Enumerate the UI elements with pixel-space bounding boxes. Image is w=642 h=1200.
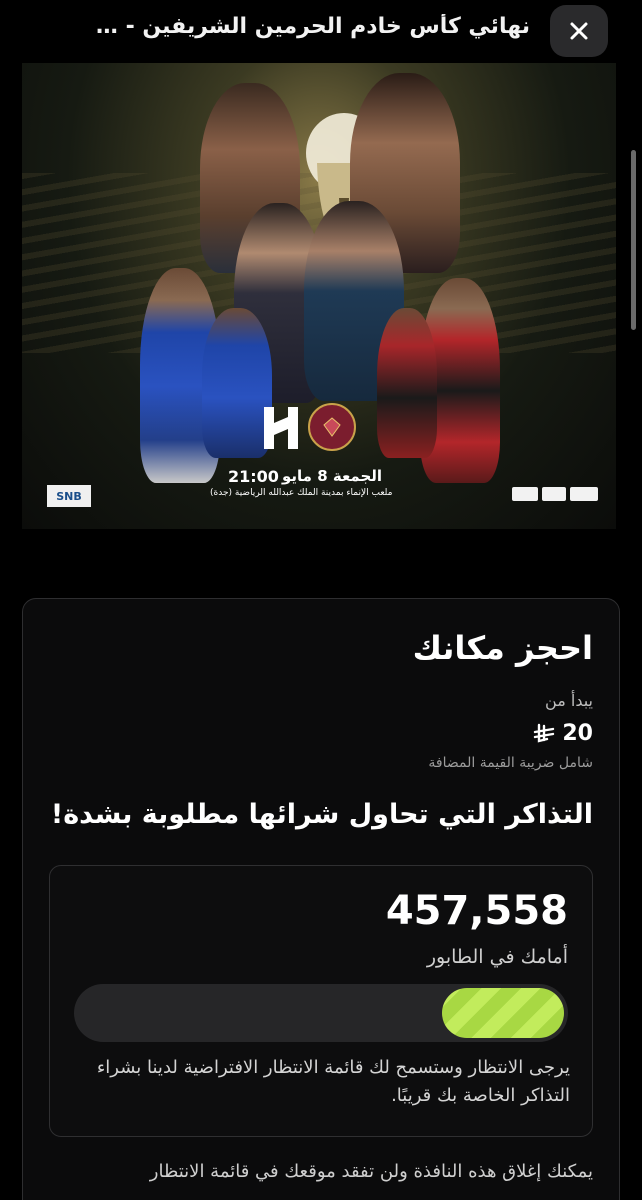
queue-progress-bar [74,984,568,1042]
riyal-icon [534,723,555,743]
close-button[interactable] [550,5,608,57]
match-date: الجمعة 8 مايو [282,467,383,485]
booking-title: احجز مكانك [412,629,593,667]
match-time: 21:00 [228,467,279,486]
sponsor-logo-3 [570,487,598,501]
top-bar: نهائي كأس خادم الحرمين الشريفين - الهلال… [0,0,642,62]
queue-wait-note: يرجى الانتظار وستسمح لك قائمة الانتظار ا… [96,1057,570,1106]
al-kholood-logo [308,403,356,451]
queue-status-box: 457,558 أمامك في الطابور يرجى الانتظار و… [49,865,593,1137]
player-image-red-2 [377,308,437,458]
scrollbar[interactable] [631,150,636,330]
sponsor-logo-2 [542,487,566,501]
vat-note: شامل ضريبة القيمة المضافة [428,755,593,771]
al-hilal-logo [264,407,298,449]
price-value: 20 [562,721,593,746]
booking-card: احجز مكانك يبدأ من 20 شامل ضريبة القيمة … [22,598,620,1200]
close-window-note: يمكنك إغلاق هذه النافذة ولن تفقد موقعك ف… [149,1161,593,1182]
starts-from-label: يبدأ من [545,691,593,710]
event-banner-image: 21:00 الجمعة 8 مايو ملعب الإنماء بمدينة … [22,63,616,529]
queue-position-label: أمامك في الطابور [426,946,568,968]
match-venue: ملعب الإنماء بمدينة الملك عبدالله الرياض… [210,488,393,498]
snb-sponsor-logo: SNB [47,485,91,507]
close-icon [570,22,588,40]
high-demand-heading: التذاكر التي تحاول شرائها مطلوبة بشدة! [50,799,593,830]
price: 20 [532,721,593,746]
page-title: نهائي كأس خادم الحرمين الشريفين - الهلال… [90,14,530,39]
queue-progress-fill [442,988,564,1038]
queue-position: 457,558 [385,888,568,934]
sponsor-logo-1 [512,487,538,501]
